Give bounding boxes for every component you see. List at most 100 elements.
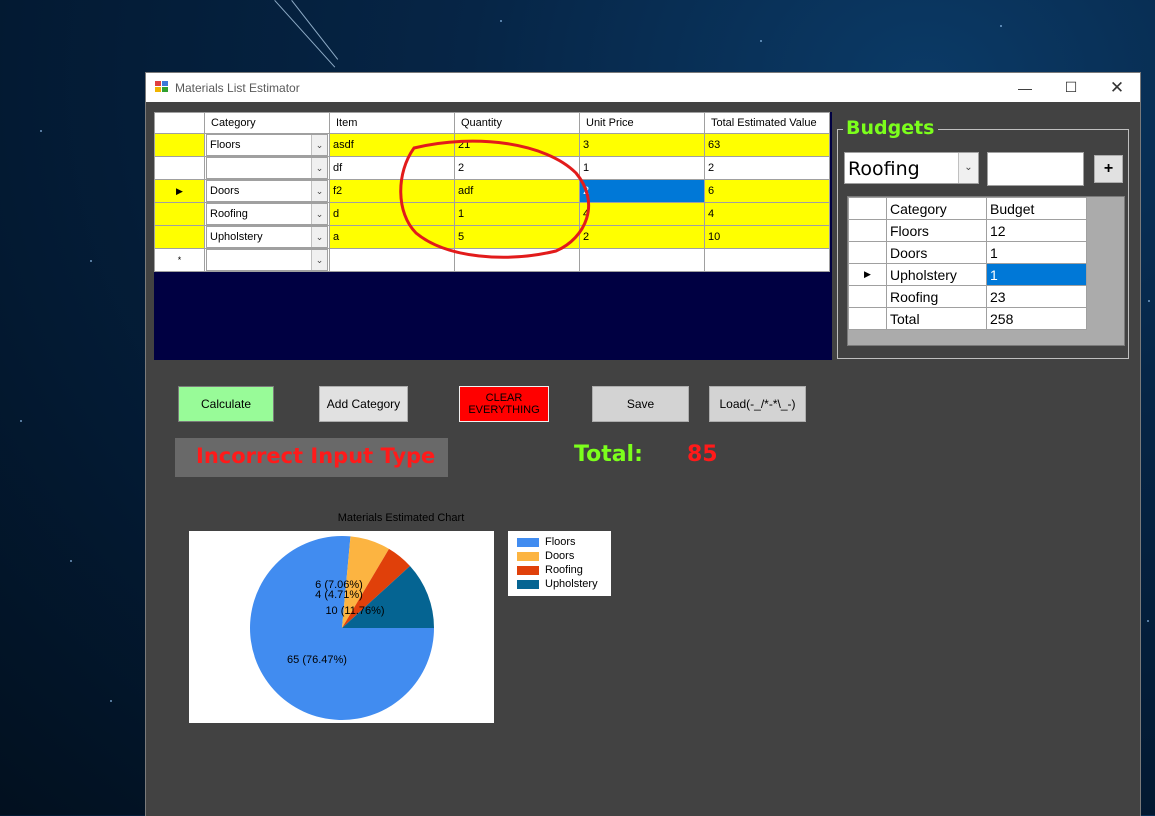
close-icon[interactable]: ✕ bbox=[1094, 73, 1140, 102]
row-header[interactable] bbox=[848, 307, 887, 330]
total-cell[interactable]: 6 bbox=[704, 179, 830, 203]
budget-amount-input[interactable] bbox=[987, 152, 1084, 186]
category-dropdown[interactable]: ⌄ bbox=[206, 157, 328, 179]
budget-category-cell[interactable]: Total bbox=[886, 307, 987, 330]
total-cell[interactable]: 10 bbox=[704, 225, 830, 249]
new-row[interactable]: * ⌄ bbox=[154, 248, 830, 272]
chevron-down-icon[interactable]: ⌄ bbox=[311, 250, 327, 270]
chevron-down-icon[interactable]: ⌄ bbox=[311, 204, 327, 224]
new-row-marker-icon[interactable]: * bbox=[154, 248, 205, 272]
table-row[interactable]: Floors ⌄ asdf 21 3 63 bbox=[154, 133, 830, 157]
total-cell[interactable]: 2 bbox=[704, 156, 830, 180]
chevron-down-icon[interactable]: ⌄ bbox=[311, 227, 327, 247]
add-budget-button[interactable]: + bbox=[1094, 155, 1123, 183]
budget-value-cell[interactable]: 258 bbox=[986, 307, 1087, 330]
category-dropdown[interactable]: Upholstery ⌄ bbox=[206, 226, 328, 248]
budgets-grid[interactable]: Category Budget Floors 12 Doors 1 ▶ Upho… bbox=[847, 196, 1125, 346]
row-header[interactable] bbox=[154, 225, 205, 249]
budget-value-cell-selected[interactable]: 1 bbox=[986, 263, 1087, 286]
budget-category-cell[interactable]: Upholstery bbox=[886, 263, 987, 286]
legend-label: Doors bbox=[545, 550, 575, 562]
column-header-unit-price[interactable]: Unit Price bbox=[579, 112, 705, 134]
unit-price-cell[interactable]: 4 bbox=[579, 202, 705, 226]
row-header[interactable] bbox=[848, 241, 887, 264]
total-value: 85 bbox=[687, 442, 718, 467]
quantity-cell[interactable]: 21 bbox=[454, 133, 580, 157]
add-category-button[interactable]: Add Category bbox=[319, 386, 408, 422]
row-header[interactable] bbox=[848, 285, 887, 308]
table-row[interactable]: Roofing ⌄ d 1 4 4 bbox=[154, 202, 830, 226]
pie-data-label: 65 (76.47%) bbox=[287, 654, 347, 666]
minimize-icon[interactable]: — bbox=[1002, 73, 1048, 102]
budget-value-cell[interactable]: 1 bbox=[986, 241, 1087, 264]
unit-price-cell[interactable]: 2 bbox=[579, 225, 705, 249]
quantity-cell[interactable] bbox=[454, 248, 580, 272]
table-row[interactable]: Roofing 23 bbox=[848, 285, 1087, 308]
materials-grid[interactable]: Category Item Quantity Unit Price Total … bbox=[154, 112, 832, 360]
table-row[interactable]: ▶ Doors ⌄ f2 adf 2 6 bbox=[154, 179, 830, 203]
column-header-total[interactable]: Total Estimated Value bbox=[704, 112, 830, 134]
item-cell[interactable]: f2 bbox=[329, 179, 455, 203]
table-row[interactable]: Floors 12 bbox=[848, 219, 1087, 242]
chevron-down-icon[interactable]: ⌄ bbox=[311, 135, 327, 155]
unit-price-cell-selected[interactable]: 2 bbox=[579, 179, 705, 203]
total-cell[interactable]: 4 bbox=[704, 202, 830, 226]
table-row[interactable]: ⌄ df 2 1 2 bbox=[154, 156, 830, 180]
table-row[interactable]: Doors 1 bbox=[848, 241, 1087, 264]
row-header[interactable] bbox=[848, 219, 887, 242]
budget-value-cell[interactable]: 12 bbox=[986, 219, 1087, 242]
category-dropdown[interactable]: Roofing ⌄ bbox=[206, 203, 328, 225]
category-dropdown[interactable]: Floors ⌄ bbox=[206, 134, 328, 156]
column-header-category[interactable]: Category bbox=[886, 197, 987, 220]
table-row[interactable]: Total 258 bbox=[848, 307, 1087, 330]
title-bar[interactable]: Materials List Estimator — ☐ ✕ bbox=[146, 73, 1140, 102]
row-header[interactable] bbox=[154, 202, 205, 226]
column-header-budget[interactable]: Budget bbox=[986, 197, 1087, 220]
total-cell[interactable] bbox=[704, 248, 830, 272]
total-cell[interactable]: 63 bbox=[704, 133, 830, 157]
calculate-button[interactable]: Calculate bbox=[178, 386, 274, 422]
quantity-cell[interactable]: 5 bbox=[454, 225, 580, 249]
clear-everything-button[interactable]: CLEAR EVERYTHING bbox=[459, 386, 549, 422]
category-value: Floors bbox=[210, 139, 241, 151]
category-dropdown[interactable]: ⌄ bbox=[206, 249, 328, 271]
column-header-quantity[interactable]: Quantity bbox=[454, 112, 580, 134]
row-header[interactable] bbox=[154, 133, 205, 157]
quantity-cell[interactable]: adf bbox=[454, 179, 580, 203]
unit-price-cell[interactable]: 3 bbox=[579, 133, 705, 157]
column-header-item[interactable]: Item bbox=[329, 112, 455, 134]
chevron-down-icon[interactable]: ⌄ bbox=[311, 158, 327, 178]
grid-corner-header bbox=[848, 197, 887, 220]
column-header-category[interactable]: Category bbox=[204, 112, 330, 134]
legend-label: Upholstery bbox=[545, 578, 598, 590]
save-button[interactable]: Save bbox=[592, 386, 689, 422]
table-row[interactable]: Upholstery ⌄ a 5 2 10 bbox=[154, 225, 830, 249]
unit-price-cell[interactable]: 1 bbox=[579, 156, 705, 180]
load-button[interactable]: Load(-_/*-*\_-) bbox=[709, 386, 806, 422]
budget-category-cell[interactable]: Doors bbox=[886, 241, 987, 264]
quantity-cell[interactable]: 2 bbox=[454, 156, 580, 180]
current-row-indicator-icon[interactable]: ▶ bbox=[848, 263, 887, 286]
table-row[interactable]: ▶ Upholstery 1 bbox=[848, 263, 1087, 286]
item-cell[interactable]: a bbox=[329, 225, 455, 249]
clear-label-line1: CLEAR bbox=[485, 392, 523, 404]
item-cell[interactable]: df bbox=[329, 156, 455, 180]
budget-category-cell[interactable]: Floors bbox=[886, 219, 987, 242]
chevron-down-icon[interactable]: ⌄ bbox=[311, 181, 327, 201]
item-cell[interactable]: asdf bbox=[329, 133, 455, 157]
chevron-down-icon[interactable]: ⌄ bbox=[958, 153, 978, 183]
unit-price-cell[interactable] bbox=[579, 248, 705, 272]
legend-item: Floors bbox=[517, 536, 576, 549]
item-cell[interactable]: d bbox=[329, 202, 455, 226]
item-cell[interactable] bbox=[329, 248, 455, 272]
budget-category-dropdown[interactable]: Roofing ⌄ bbox=[844, 152, 979, 184]
legend-swatch bbox=[517, 551, 539, 561]
category-dropdown[interactable]: Doors ⌄ bbox=[206, 180, 328, 202]
quantity-cell[interactable]: 1 bbox=[454, 202, 580, 226]
legend-item: Upholstery bbox=[517, 578, 598, 591]
budget-category-cell[interactable]: Roofing bbox=[886, 285, 987, 308]
budget-value-cell[interactable]: 23 bbox=[986, 285, 1087, 308]
current-row-indicator-icon[interactable]: ▶ bbox=[154, 179, 205, 203]
maximize-icon[interactable]: ☐ bbox=[1048, 73, 1094, 102]
row-header[interactable] bbox=[154, 156, 205, 180]
